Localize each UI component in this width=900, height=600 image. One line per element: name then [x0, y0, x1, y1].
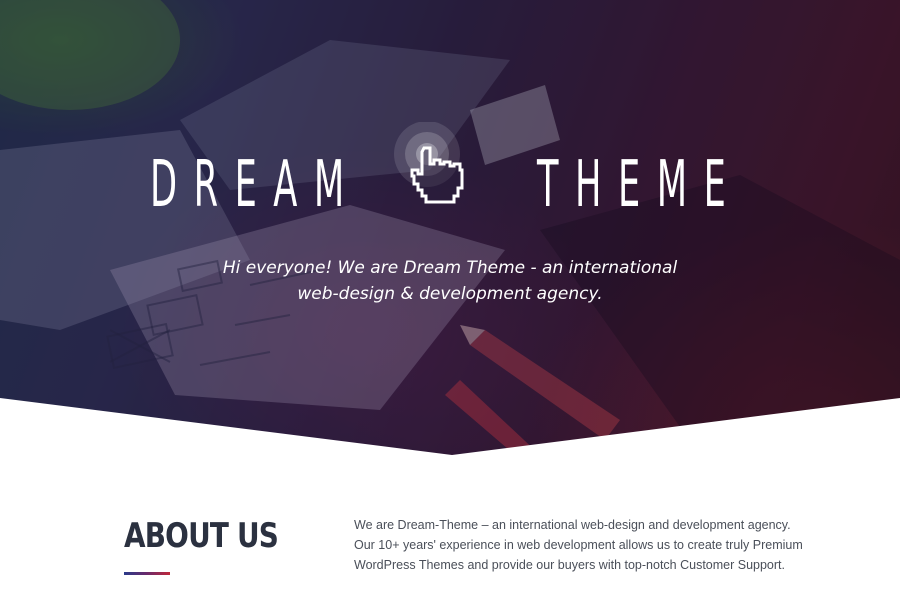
- about-heading: ABOUT US: [124, 516, 279, 556]
- about-heading-underline: [124, 572, 170, 575]
- about-description: We are Dream-Theme – an international we…: [354, 515, 803, 575]
- about-text-line-2: Our 10+ years' experience in web develop…: [354, 538, 803, 552]
- about-text-line-3: WordPress Themes and provide our buyers …: [354, 558, 785, 572]
- about-text-line-1: We are Dream-Theme – an international we…: [354, 518, 791, 532]
- section-divider: [0, 398, 900, 455]
